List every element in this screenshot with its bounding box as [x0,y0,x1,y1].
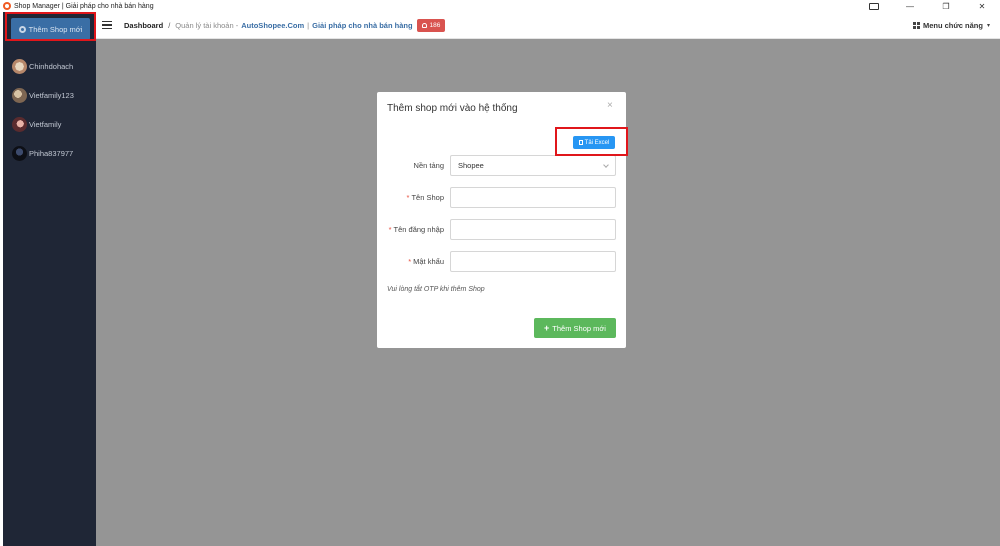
sidebar: Thêm Shop mới Chinhdohach Vietfamily123 … [3,12,96,546]
shop-name: Vietfamily123 [29,91,74,100]
close-icon[interactable]: × [607,100,613,111]
avatar [12,59,27,74]
top-header: Dashboard / Quản lý tài khoản - AutoShop… [96,12,1000,39]
gear-icon [18,25,26,33]
password-label: * Mật khẩu [408,257,444,266]
add-shop-sidebar-label: Thêm Shop mới [28,24,83,34]
notification-count: 186 [429,21,441,29]
chevron-down-icon: ▾ [986,23,990,29]
password-row: * Mật khẩu [377,251,626,272]
otp-note: Vui lòng tắt OTP khi thêm Shop [387,286,485,293]
brand-separator: | [307,20,310,30]
shop-name: Phiha837977 [29,149,74,158]
avatar [12,88,27,103]
breadcrumb-separator: / [168,20,171,30]
sidebar-item-shop[interactable]: Chinhdohach [3,52,96,81]
username-row: * Tên đăng nhập [377,219,626,240]
download-excel-button[interactable]: Tải Excel [573,136,615,149]
close-window-button[interactable]: ✕ [964,0,1000,12]
platform-select[interactable]: Shopee [450,155,616,176]
shop-list: Chinhdohach Vietfamily123 Vietfamily Phi… [3,52,96,168]
function-menu-label: Menu chức năng [922,21,983,30]
password-input[interactable] [450,251,616,272]
function-menu[interactable]: Menu chức năng ▾ [912,12,990,39]
breadcrumb-home[interactable]: Dashboard [124,21,163,30]
modal-title: Thêm shop mới vào hệ thống [387,103,518,114]
username-input[interactable] [450,219,616,240]
platform-row: Nền tảng Shopee [377,155,626,176]
plus-icon: + [544,323,550,333]
brand-slogan: Giải pháp cho nhà bán hàng [312,20,413,30]
camera-icon[interactable] [856,0,892,12]
sidebar-item-shop[interactable]: Vietfamily [3,110,96,139]
window-title: Shop Manager | Giải pháp cho nhà bán hàn… [14,2,154,10]
breadcrumb-page: Quản lý tài khoản - [175,20,239,30]
username-label: * Tên đăng nhập [388,225,444,234]
add-shop-submit-button[interactable]: + Thêm Shop mới [534,318,616,338]
shop-name-input[interactable] [450,187,616,208]
brand-name: AutoShopee.Com [241,20,305,30]
add-shop-modal: Thêm shop mới vào hệ thống × Tải Excel N… [377,92,626,348]
grid-icon [912,22,920,29]
notification-badge[interactable]: 186 [416,18,446,32]
minimize-button[interactable]: — [892,0,928,12]
avatar [12,117,27,132]
restore-button[interactable]: ❐ [928,0,964,12]
shop-name: Vietfamily [29,120,62,129]
shopee-icon [3,2,11,10]
add-shop-sidebar-button[interactable]: Thêm Shop mới [11,18,90,40]
window-titlebar: Shop Manager | Giải pháp cho nhà bán hàn… [0,0,1000,12]
shop-name: Chinhdohach [29,62,74,71]
bell-icon [421,22,427,28]
file-icon [578,140,583,145]
sidebar-item-shop[interactable]: Vietfamily123 [3,81,96,110]
platform-value: Shopee [458,161,484,170]
hamburger-icon[interactable] [102,21,112,29]
add-shop-submit-label: Thêm Shop mới [552,323,606,333]
shop-name-row: * Tên Shop [377,187,626,208]
platform-label: Nền tảng [413,161,444,170]
download-excel-label: Tải Excel [584,139,610,146]
shop-name-label: * Tên Shop [406,193,444,202]
chevron-down-icon [603,162,609,168]
window-controls: — ❐ ✕ [856,0,1000,12]
sidebar-item-shop[interactable]: Phiha837977 [3,139,96,168]
avatar [12,146,27,161]
